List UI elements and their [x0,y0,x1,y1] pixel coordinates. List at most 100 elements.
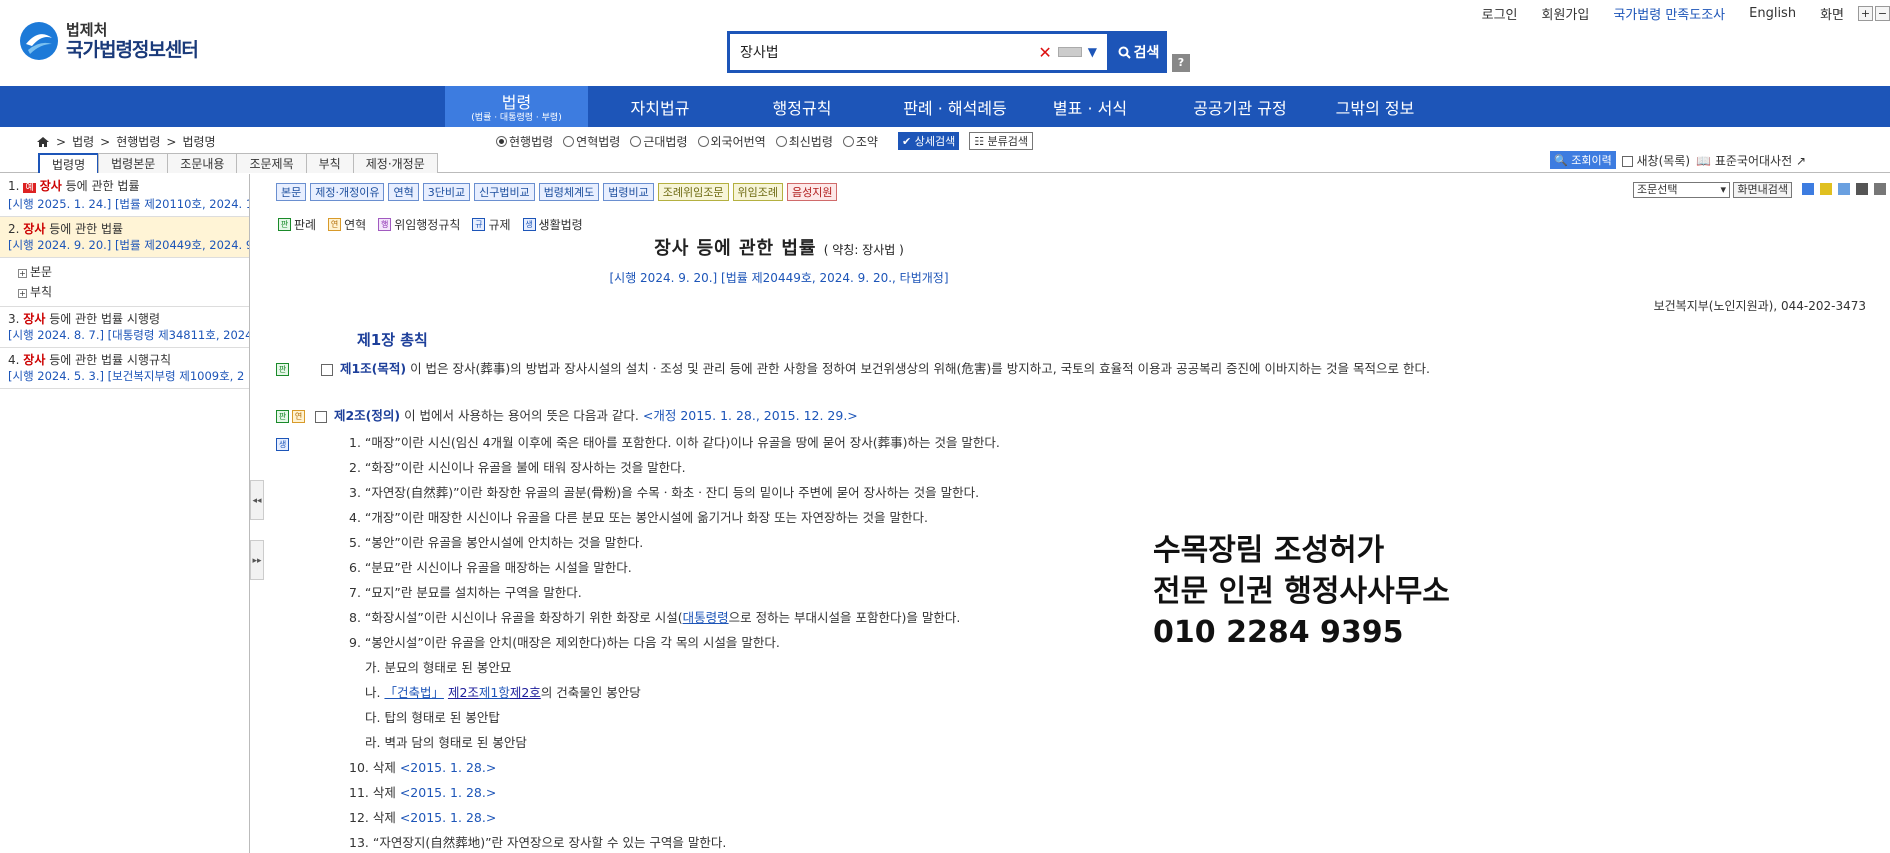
list-item-meta: [시행 2025. 1. 24.] [법률 제20110호, 2024. 1 [8,197,249,211]
toc-label: 본문 [30,265,53,279]
print-icon[interactable] [1874,183,1886,195]
building-act-link[interactable]: 「건축법」 [384,685,444,700]
zoom-in-button[interactable]: + [1858,6,1873,21]
tab-article-content[interactable]: 조문내용 [167,153,238,173]
toolbar-oldnew-button[interactable]: 신구법비교 [474,183,535,201]
toc-addenda[interactable]: + 부칙 [18,282,231,302]
new-window-toggle[interactable]: 새창(목록) [1621,152,1690,169]
tab-article-title[interactable]: 조문제목 [236,153,307,173]
tab-enactment[interactable]: 제정·개정문 [352,153,438,173]
search-scope-tabs: 법령명 법령본문 조문내용 조문제목 부칙 제정·개정문 [38,153,438,173]
toolbar-history-button[interactable]: 연혁 [388,183,419,201]
breadcrumb-laws[interactable]: 법령 [72,133,94,150]
law-list-sidebar: 1. 예 장사 등에 관한 법률 [시행 2025. 1. 24.] [법률 제20… [0,174,250,853]
nav-forms[interactable]: 별표 · 서식 [1030,86,1150,127]
clear-icon[interactable]: ✕ [1038,43,1051,62]
deletion-date[interactable]: <2015. 1. 28.> [400,785,496,800]
living-law-icon[interactable]: 생 [276,438,289,451]
list-item-meta: [시행 2024. 9. 20.] [법률 제20449호, 2024. 9 [8,238,249,252]
collapse-left-button[interactable]: ◂◂ [250,480,264,520]
save-icon[interactable] [1856,183,1868,195]
breadcrumb-current-laws[interactable]: 현행법령 [116,133,160,150]
category-search-button[interactable]: ☷ 분류검색 [969,132,1034,150]
survey-link[interactable]: 국가법령 만족도조사 [1613,4,1725,23]
search-button[interactable]: 검색 [1110,31,1167,73]
english-link[interactable]: English [1749,6,1796,21]
tab-addenda[interactable]: 부칙 [305,153,354,173]
nav-local-laws[interactable]: 자치법규 [600,86,720,127]
breadcrumb-law-name[interactable]: 법령명 [182,133,215,150]
radio-history[interactable]: 연혁법령 [563,133,620,150]
toolbar-ordinance-button[interactable]: 위임조례 [732,183,783,201]
precedent-icon[interactable]: 판 [276,410,289,423]
decree-link[interactable]: 대통령령 [683,610,729,625]
toolbar-ordinance-article-button[interactable]: 조례위임조문 [657,183,729,201]
nav-precedents[interactable]: 판례 · 해석례등 [880,86,1030,127]
screen-label: 화면 [1820,8,1844,23]
article-select[interactable]: 조문선택 ▾ [1633,182,1730,198]
screen-search-button[interactable]: 화면내검색 [1733,182,1792,198]
panel-handles: ◂◂ ▸▸ [250,480,264,600]
logo[interactable]: 법제처 국가법령정보센터 [18,20,199,62]
toolbar-compare-button[interactable]: 법령비교 [603,183,654,201]
tab-law-body[interactable]: 법령본문 [98,153,169,173]
radio-treaty[interactable]: 조약 [842,133,878,150]
help-button[interactable]: ? [1172,54,1190,72]
dictionary-link[interactable]: 📖 표준국어대사전 ↗ [1696,152,1806,169]
deletion-date[interactable]: <2015. 1. 28.> [400,810,496,825]
home-icon[interactable] [36,136,50,148]
article-checkbox[interactable] [320,363,333,376]
article-number[interactable]: 제1조(목적) [340,361,406,376]
search-input[interactable] [740,44,1033,60]
detail-search-button[interactable]: ✔ 상세검색 [897,132,960,150]
article-number[interactable]: 제2조(정의) [334,408,400,423]
toolbar-3way-button[interactable]: 3단비교 [422,183,471,201]
highlight-icon[interactable] [1820,183,1832,195]
signup-link[interactable]: 회원가입 [1542,4,1590,23]
toolbar-structure-button[interactable]: 법령체계도 [538,183,600,201]
radio-dot-icon [563,135,575,147]
article-select-value: 조문선택 [1637,183,1678,196]
radio-modern[interactable]: 근대법령 [630,133,688,150]
precedent-icon[interactable]: 판 [276,363,289,376]
zoom-out-button[interactable]: − [1875,6,1890,21]
item-text: 으로 정하는 부대시설을 포함한다)을 말한다. [728,610,961,625]
radio-current[interactable]: 현행법령 [496,133,553,150]
list-item[interactable]: 1. 예 장사 등에 관한 법률 [시행 2025. 1. 24.] [법률 제20… [0,174,249,217]
nav-laws[interactable]: 법령 (법률 · 대통령령 · 부령) [445,86,588,127]
legend-label: 연혁 [344,218,367,232]
keyboard-icon[interactable] [1057,47,1082,57]
login-link[interactable]: 로그인 [1482,4,1518,23]
nav-admin-rules[interactable]: 행정규칙 [742,86,862,127]
subparagraph-2-link[interactable]: 제2호 [510,685,541,700]
list-item[interactable]: 4. 장사 등에 관한 법률 시행규칙 [시행 2024. 5. 3.] [보건… [0,348,249,389]
history-icon[interactable]: 연 [292,410,305,423]
toc-main-body[interactable]: + 본문 [18,262,231,282]
expand-icon: + [18,289,27,298]
tab-law-name[interactable]: 법령명 [38,153,100,173]
radio-latest[interactable]: 최신법령 [775,133,833,150]
list-item-keyword: 장사 [23,312,46,326]
share-icon[interactable] [1802,183,1814,195]
list-item[interactable]: 3. 장사 등에 관한 법률 시행령 [시행 2024. 8. 7.] [대통령… [0,306,249,348]
dropdown-icon[interactable]: ▼ [1088,45,1097,59]
expand-right-button[interactable]: ▸▸ [250,540,264,580]
article-2: 판연 제2조(정의) 이 법에서 사용하는 용어의 뜻은 다음과 같다. <개정… [276,403,858,428]
nav-other-info[interactable]: 그밖의 정보 [1315,86,1435,127]
list-item: 9. “봉안시설”이란 유골을 안치(매장은 제외한다)하는 다음 각 목의 시… [349,635,780,650]
toolbar-voice-button[interactable]: 음성지원 [787,183,838,201]
list-item: 11. 삭제 <2015. 1. 28.> [349,780,1000,805]
nav-public-rules[interactable]: 공공기관 규정 [1170,86,1310,127]
deletion-date[interactable]: <2015. 1. 28.> [400,760,496,775]
list-item-selected[interactable]: 2. 장사 등에 관한 법률 [시행 2024. 9. 20.] [법률 제20… [0,217,249,258]
radio-translation[interactable]: 외국어번역 [697,133,766,150]
hanja-icon[interactable] [1838,183,1850,195]
breadcrumb-sep-icon: > [166,134,177,149]
article-checkbox[interactable] [314,410,327,423]
article-2-link[interactable]: 제2조 [448,685,479,700]
toolbar-body-button[interactable]: 본문 [276,183,307,201]
toolbar-reason-button[interactable]: 제정·개정이유 [310,183,385,201]
paragraph-1-link[interactable]: 제1항 [479,685,510,700]
revision-note[interactable]: <개정 2015. 1. 28., 2015. 12. 29.> [643,408,858,423]
view-history-button[interactable]: 🔍 조회이력 [1550,151,1616,169]
